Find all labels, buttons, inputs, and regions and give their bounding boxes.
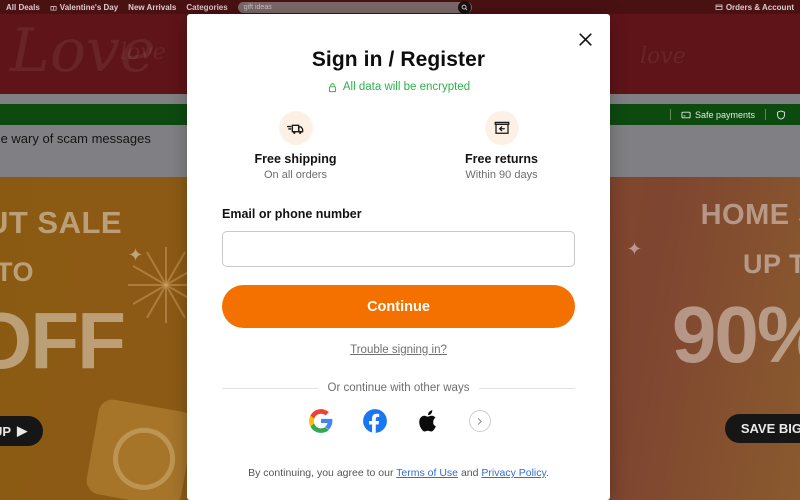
promo-left-cta-label: K UP (0, 423, 12, 439)
promo-left-line2: TO (0, 257, 35, 287)
nav-item-new-arrivals[interactable]: New Arrivals (128, 3, 176, 12)
google-icon (308, 409, 332, 433)
privacy-policy-link[interactable]: Privacy Policy (481, 467, 546, 479)
search-input[interactable]: gift ideas (237, 0, 473, 14)
continue-button[interactable]: Continue (222, 285, 575, 328)
card-icon (681, 111, 691, 118)
nav-item-label: New Arrivals (128, 2, 177, 12)
page-title: Sign in / Register (311, 48, 486, 71)
divider-line (222, 387, 318, 389)
benefits-bar-item-label: Safe payments (694, 109, 755, 120)
chevron-right-icon (477, 417, 482, 425)
shield-icon (777, 109, 785, 120)
close-button[interactable] (572, 26, 598, 52)
legal-text: By continuing, you agree to our Terms of… (222, 467, 575, 479)
return-box-icon (494, 121, 509, 134)
nav-item-all-deals[interactable]: All Deals (6, 3, 40, 12)
promo-right-cta-label: SAVE BIG (740, 421, 800, 436)
benefits-bar-item-extra[interactable] (766, 109, 796, 120)
benefits-bar-item-safe-payments[interactable]: Safe payments (671, 110, 765, 120)
nav-item-label: Valentine's Day (59, 2, 119, 12)
sparkle-icon: ✦ (626, 239, 642, 259)
benefit-free-shipping: Free shipping On all orders (237, 111, 355, 181)
seal-decoration (84, 397, 196, 500)
search-placeholder: gift ideas (243, 3, 272, 11)
social-login-list (222, 407, 575, 435)
promo-left-line1: UT SALE (0, 205, 123, 240)
more-social-providers-button[interactable] (468, 410, 491, 432)
social-login-apple[interactable] (415, 407, 443, 435)
encryption-notice-label: All data will be encrypted (342, 81, 471, 93)
play-icon: ▶ (17, 423, 28, 438)
divider-line (479, 387, 575, 389)
benefit-icon-wrapper (484, 111, 519, 145)
legal-middle: and (458, 467, 482, 479)
hero-script-decoration: love (120, 40, 166, 65)
lock-icon (328, 82, 336, 92)
email-field-label: Email or phone number (222, 207, 362, 221)
gift-icon (50, 5, 57, 10)
nav-item-categories[interactable]: Categories (186, 3, 227, 12)
top-navigation-bar: All Deals Valentine's Day New Arrivals C… (0, 0, 800, 14)
legal-suffix: . (545, 467, 549, 479)
nav-item-valentines-day[interactable]: Valentine's Day (50, 3, 118, 12)
social-login-facebook[interactable] (361, 407, 389, 435)
facebook-icon (362, 409, 387, 433)
promo-right-line3: 90% (671, 290, 800, 379)
apple-icon (418, 410, 436, 432)
other-ways-label: Or continue with other ways (327, 382, 470, 394)
encryption-notice: All data will be encrypted (222, 81, 575, 93)
nav-item-orders-account[interactable]: Orders & Account (715, 3, 794, 12)
benefit-icon-wrapper (278, 111, 313, 145)
nav-item-label: All Deals (6, 2, 40, 12)
search-button[interactable] (458, 0, 472, 14)
search-icon (461, 4, 468, 10)
sparkle-icon: ✦ (128, 245, 144, 265)
benefit-subtitle: On all orders (264, 169, 327, 181)
package-icon (715, 4, 723, 10)
promo-left-cta-button[interactable]: K UP ▶ (0, 416, 44, 446)
promo-left-line3: OFF (0, 296, 126, 385)
terms-of-use-link[interactable]: Terms of Use (396, 467, 458, 479)
social-login-google[interactable] (307, 407, 335, 435)
nav-item-label: Categories (186, 2, 228, 12)
close-icon (578, 32, 592, 46)
sign-in-modal: Sign in / Register All data will be encr… (187, 14, 610, 500)
promo-right-cta-button[interactable]: SAVE BIG (724, 414, 800, 443)
benefit-title: Free returns (465, 152, 538, 166)
trouble-signing-in-link[interactable]: Trouble signing in? (222, 344, 575, 356)
benefit-subtitle: Within 90 days (465, 169, 538, 181)
other-ways-divider: Or continue with other ways (222, 382, 575, 394)
legal-prefix: By continuing, you agree to our (248, 467, 397, 479)
nav-item-label: Orders & Account (725, 2, 794, 12)
benefit-title: Free shipping (254, 152, 337, 166)
shipping-truck-icon (286, 124, 304, 134)
promo-right-line1: HOME S (700, 199, 800, 231)
hero-script-decoration: love (640, 44, 686, 69)
benefits-list: Free shipping On all orders Free returns… (222, 111, 575, 181)
benefit-free-returns: Free returns Within 90 days (443, 111, 561, 181)
promo-right-line2: UP T (742, 249, 800, 279)
email-or-phone-input[interactable] (222, 231, 575, 267)
